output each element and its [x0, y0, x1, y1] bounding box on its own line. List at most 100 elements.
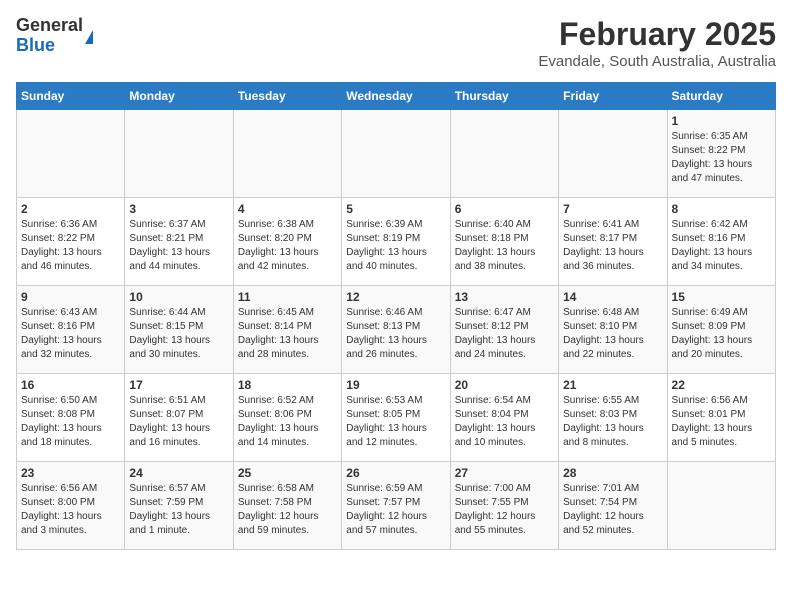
header-wednesday: Wednesday — [342, 83, 450, 110]
header-tuesday: Tuesday — [233, 83, 341, 110]
day-number: 27 — [455, 466, 554, 480]
calendar-cell: 1 Sunrise: 6:35 AM Sunset: 8:22 PM Daylig… — [667, 110, 775, 198]
day-number: 24 — [129, 466, 228, 480]
calendar-cell: 2 Sunrise: 6:36 AM Sunset: 8:22 PM Daylig… — [17, 198, 125, 286]
day-info: Sunrise: 6:59 AM Sunset: 7:57 PM Dayligh… — [346, 482, 445, 538]
day-info: Sunrise: 6:53 AM Sunset: 8:05 PM Dayligh… — [346, 394, 445, 450]
header-sunday: Sunday — [17, 83, 125, 110]
calendar-cell: 17 Sunrise: 6:51 AM Sunset: 8:07 PM Dayli… — [125, 374, 233, 462]
calendar-header-row: SundayMondayTuesdayWednesdayThursdayFrid… — [17, 83, 776, 110]
calendar-cell: 25 Sunrise: 6:58 AM Sunset: 7:58 PM Dayli… — [233, 462, 341, 550]
day-number: 3 — [129, 202, 228, 216]
day-number: 16 — [21, 378, 120, 392]
day-info: Sunrise: 6:47 AM Sunset: 8:12 PM Dayligh… — [455, 306, 554, 362]
day-number: 20 — [455, 378, 554, 392]
day-info: Sunrise: 7:00 AM Sunset: 7:55 PM Dayligh… — [455, 482, 554, 538]
page-header: General Blue February 2025 Evandale, Sou… — [16, 16, 776, 70]
calendar-cell — [450, 110, 558, 198]
calendar-cell: 14 Sunrise: 6:48 AM Sunset: 8:10 PM Dayli… — [559, 286, 667, 374]
day-info: Sunrise: 6:38 AM Sunset: 8:20 PM Dayligh… — [238, 218, 337, 274]
calendar-cell: 9 Sunrise: 6:43 AM Sunset: 8:16 PM Daylig… — [17, 286, 125, 374]
calendar-cell: 16Sunrise: 6:50 AM Sunset: 8:08 PM Dayli… — [17, 374, 125, 462]
calendar-cell: 18Sunrise: 6:52 AM Sunset: 8:06 PM Dayli… — [233, 374, 341, 462]
calendar-title: February 2025 — [538, 16, 776, 53]
day-number: 5 — [346, 202, 445, 216]
calendar-cell: 11 Sunrise: 6:45 AM Sunset: 8:14 PM Dayli… — [233, 286, 341, 374]
calendar-cell — [559, 110, 667, 198]
calendar-table: SundayMondayTuesdayWednesdayThursdayFrid… — [16, 82, 776, 550]
calendar-week-5: 23 Sunrise: 6:56 AM Sunset: 8:00 PM Dayli… — [17, 462, 776, 550]
day-number: 9 — [21, 290, 120, 304]
day-info: Sunrise: 6:41 AM Sunset: 8:17 PM Dayligh… — [563, 218, 662, 274]
calendar-week-4: 16Sunrise: 6:50 AM Sunset: 8:08 PM Dayli… — [17, 374, 776, 462]
calendar-cell: 15 Sunrise: 6:49 AM Sunset: 8:09 PM Dayli… — [667, 286, 775, 374]
logo-icon — [85, 30, 93, 44]
calendar-week-2: 2 Sunrise: 6:36 AM Sunset: 8:22 PM Daylig… — [17, 198, 776, 286]
calendar-cell: 8Sunrise: 6:42 AM Sunset: 8:16 PM Daylig… — [667, 198, 775, 286]
day-number: 18 — [238, 378, 337, 392]
day-number: 22 — [672, 378, 771, 392]
day-number: 6 — [455, 202, 554, 216]
day-number: 28 — [563, 466, 662, 480]
day-info: Sunrise: 6:43 AM Sunset: 8:16 PM Dayligh… — [21, 306, 120, 362]
day-info: Sunrise: 6:51 AM Sunset: 8:07 PM Dayligh… — [129, 394, 228, 450]
day-number: 10 — [129, 290, 228, 304]
day-info: Sunrise: 6:42 AM Sunset: 8:16 PM Dayligh… — [672, 218, 771, 274]
calendar-cell: 5 Sunrise: 6:39 AM Sunset: 8:19 PM Daylig… — [342, 198, 450, 286]
calendar-cell: 4Sunrise: 6:38 AM Sunset: 8:20 PM Daylig… — [233, 198, 341, 286]
calendar-cell — [342, 110, 450, 198]
calendar-cell: 10 Sunrise: 6:44 AM Sunset: 8:15 PM Dayli… — [125, 286, 233, 374]
calendar-cell: 22 Sunrise: 6:56 AM Sunset: 8:01 PM Dayli… — [667, 374, 775, 462]
calendar-cell: 28 Sunrise: 7:01 AM Sunset: 7:54 PM Dayli… — [559, 462, 667, 550]
day-info: Sunrise: 6:40 AM Sunset: 8:18 PM Dayligh… — [455, 218, 554, 274]
day-number: 17 — [129, 378, 228, 392]
day-info: Sunrise: 6:45 AM Sunset: 8:14 PM Dayligh… — [238, 306, 337, 362]
logo: General Blue — [16, 16, 93, 56]
calendar-cell: 6 Sunrise: 6:40 AM Sunset: 8:18 PM Daylig… — [450, 198, 558, 286]
calendar-cell — [17, 110, 125, 198]
day-number: 1 — [672, 114, 771, 128]
calendar-cell: 23 Sunrise: 6:56 AM Sunset: 8:00 PM Dayli… — [17, 462, 125, 550]
calendar-cell: 27 Sunrise: 7:00 AM Sunset: 7:55 PM Dayli… — [450, 462, 558, 550]
logo-text: General Blue — [16, 16, 83, 56]
header-monday: Monday — [125, 83, 233, 110]
header-thursday: Thursday — [450, 83, 558, 110]
day-info: Sunrise: 6:48 AM Sunset: 8:10 PM Dayligh… — [563, 306, 662, 362]
day-info: Sunrise: 6:35 AM Sunset: 8:22 PM Dayligh… — [672, 130, 771, 186]
day-number: 14 — [563, 290, 662, 304]
day-info: Sunrise: 6:44 AM Sunset: 8:15 PM Dayligh… — [129, 306, 228, 362]
day-info: Sunrise: 6:46 AM Sunset: 8:13 PM Dayligh… — [346, 306, 445, 362]
calendar-week-3: 9 Sunrise: 6:43 AM Sunset: 8:16 PM Daylig… — [17, 286, 776, 374]
day-info: Sunrise: 6:55 AM Sunset: 8:03 PM Dayligh… — [563, 394, 662, 450]
day-info: Sunrise: 6:58 AM Sunset: 7:58 PM Dayligh… — [238, 482, 337, 538]
day-info: Sunrise: 6:56 AM Sunset: 8:01 PM Dayligh… — [672, 394, 771, 450]
calendar-cell — [233, 110, 341, 198]
day-info: Sunrise: 6:57 AM Sunset: 7:59 PM Dayligh… — [129, 482, 228, 538]
day-info: Sunrise: 6:39 AM Sunset: 8:19 PM Dayligh… — [346, 218, 445, 274]
calendar-cell: 7Sunrise: 6:41 AM Sunset: 8:17 PM Daylig… — [559, 198, 667, 286]
day-info: Sunrise: 6:49 AM Sunset: 8:09 PM Dayligh… — [672, 306, 771, 362]
day-info: Sunrise: 6:37 AM Sunset: 8:21 PM Dayligh… — [129, 218, 228, 274]
logo-general: General — [16, 15, 83, 35]
calendar-cell: 20 Sunrise: 6:54 AM Sunset: 8:04 PM Dayli… — [450, 374, 558, 462]
day-number: 2 — [21, 202, 120, 216]
day-number: 15 — [672, 290, 771, 304]
calendar-cell: 19 Sunrise: 6:53 AM Sunset: 8:05 PM Dayli… — [342, 374, 450, 462]
day-info: Sunrise: 6:54 AM Sunset: 8:04 PM Dayligh… — [455, 394, 554, 450]
day-number: 11 — [238, 290, 337, 304]
day-number: 19 — [346, 378, 445, 392]
calendar-cell: 3 Sunrise: 6:37 AM Sunset: 8:21 PM Daylig… — [125, 198, 233, 286]
calendar-week-1: 1 Sunrise: 6:35 AM Sunset: 8:22 PM Daylig… — [17, 110, 776, 198]
day-info: Sunrise: 6:56 AM Sunset: 8:00 PM Dayligh… — [21, 482, 120, 538]
day-number: 23 — [21, 466, 120, 480]
calendar-cell: 13Sunrise: 6:47 AM Sunset: 8:12 PM Dayli… — [450, 286, 558, 374]
day-info: Sunrise: 7:01 AM Sunset: 7:54 PM Dayligh… — [563, 482, 662, 538]
day-number: 25 — [238, 466, 337, 480]
day-info: Sunrise: 6:36 AM Sunset: 8:22 PM Dayligh… — [21, 218, 120, 274]
title-block: February 2025 Evandale, South Australia,… — [538, 16, 776, 70]
calendar-cell: 21 Sunrise: 6:55 AM Sunset: 8:03 PM Dayli… — [559, 374, 667, 462]
calendar-cell: 26Sunrise: 6:59 AM Sunset: 7:57 PM Dayli… — [342, 462, 450, 550]
day-number: 21 — [563, 378, 662, 392]
calendar-cell — [125, 110, 233, 198]
calendar-subtitle: Evandale, South Australia, Australia — [538, 53, 776, 70]
